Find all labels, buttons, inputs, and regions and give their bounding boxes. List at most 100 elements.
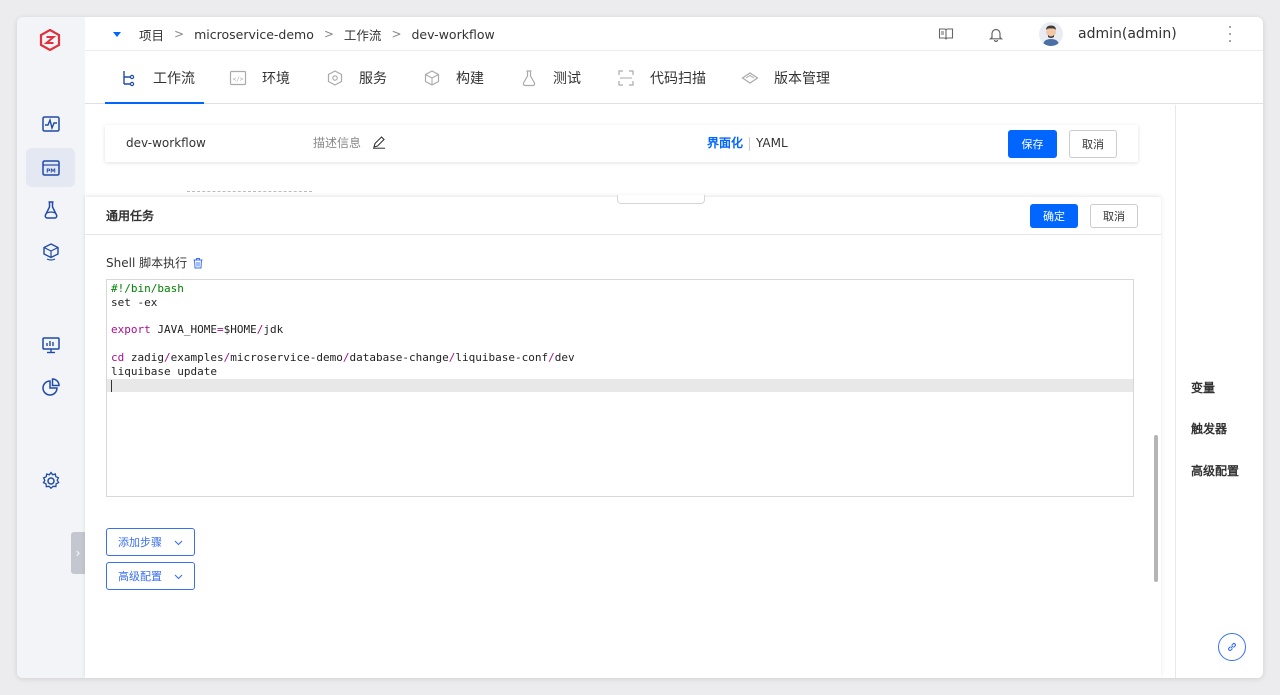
service-icon — [327, 69, 343, 86]
tab-label: 环境 — [262, 70, 290, 87]
shell-script-editor[interactable]: #!/bin/bash set -ex export JAVA_HOME=$HO… — [106, 279, 1134, 497]
tab-label: 版本管理 — [774, 70, 830, 87]
panel-title: 通用任务 — [106, 209, 155, 223]
breadcrumb-item-workflows[interactable]: 工作流 — [344, 25, 382, 44]
caret-down-icon[interactable] — [113, 31, 121, 37]
code-line-current — [107, 378, 1133, 393]
zadig-logo-icon[interactable] — [39, 29, 61, 51]
confirm-button[interactable]: 确定 — [1030, 204, 1078, 228]
version-icon — [741, 71, 759, 84]
rail-item-statistics[interactable] — [26, 367, 75, 406]
side-item-triggers[interactable]: 触发器 — [1191, 420, 1227, 437]
breadcrumb-item-projects[interactable]: 项目 — [139, 25, 164, 44]
dashed-divider — [187, 191, 312, 193]
tab-service[interactable]: 服务 — [326, 51, 387, 104]
trash-icon[interactable] — [192, 257, 204, 269]
user-name[interactable]: admin(admin) — [1078, 17, 1177, 51]
code-line: cd zadig/examples/microservice-demo/data… — [111, 350, 575, 364]
add-step-button[interactable]: 添加步骤 — [106, 528, 195, 556]
chevron-right-icon: › — [75, 546, 81, 560]
cancel-button[interactable]: 取消 — [1069, 130, 1117, 158]
breadcrumb-item-current: dev-workflow — [411, 26, 495, 42]
breadcrumb-separator: > — [323, 27, 334, 41]
side-item-variables[interactable]: 变量 — [1191, 379, 1215, 396]
advanced-config-label: 高级配置 — [118, 570, 162, 583]
workflow-description[interactable]: 描述信息 — [313, 125, 361, 162]
tab-label: 代码扫描 — [650, 70, 706, 87]
add-step-label: 添加步骤 — [118, 536, 162, 549]
text-cursor — [111, 379, 112, 392]
bell-icon[interactable] — [988, 26, 1004, 42]
book-icon[interactable] — [938, 26, 954, 42]
monitor-chart-icon — [41, 336, 60, 353]
rail-item-projects[interactable]: PM — [26, 148, 75, 187]
more-menu-icon[interactable] — [1228, 26, 1232, 42]
left-rail: PM › — [17, 17, 85, 678]
breadcrumb-item-project[interactable]: microservice-demo — [194, 27, 314, 42]
link-icon — [1228, 643, 1236, 651]
workflow-name: dev-workflow — [126, 136, 206, 150]
package-icon — [42, 242, 59, 261]
user-avatar-icon — [1043, 25, 1059, 46]
breadcrumb: 项目 > microservice-demo > 工作流 > dev-workf… — [113, 17, 495, 51]
tab-label: 服务 — [359, 70, 387, 87]
avatar[interactable] — [1039, 22, 1063, 46]
task-edit-panel: 通用任务 确定 取消 Shell 脚本执行 #!/bin/bash set -e… — [85, 195, 1161, 678]
svg-text:</>: </> — [233, 76, 244, 83]
save-button[interactable]: 保存 — [1008, 130, 1057, 158]
edit-pen-icon[interactable] — [372, 135, 386, 149]
tab-bar: 工作流 </> 环境 服务 构建 测试 代码扫描 版本管理 — [85, 51, 1263, 104]
test-icon — [522, 69, 536, 86]
rail-item-testing[interactable] — [26, 190, 75, 229]
rail-expand-toggle[interactable]: › — [71, 532, 85, 574]
build-icon — [424, 69, 440, 86]
workflow-icon — [123, 70, 135, 86]
environment-icon: </> — [229, 70, 247, 85]
top-header: 项目 > microservice-demo > 工作流 > dev-workf… — [85, 17, 1263, 51]
gear-icon — [42, 470, 60, 489]
flask-icon — [44, 200, 57, 219]
tab-build[interactable]: 构建 — [423, 51, 484, 104]
tab-label: 构建 — [456, 70, 484, 87]
app-window: PM › 项目 > microservice-demo > 工作流 > dev-… — [17, 17, 1263, 678]
step-title: Shell 脚本执行 — [106, 256, 188, 270]
tab-environment[interactable]: </> 环境 — [229, 51, 290, 104]
rail-item-delivery[interactable] — [26, 232, 75, 271]
chevron-down-icon — [174, 574, 183, 579]
code-line: export JAVA_HOME=$HOME/jdk — [111, 323, 284, 337]
right-side-panel: 变量 触发器 高级配置 — [1175, 105, 1263, 678]
svg-text:PM: PM — [46, 168, 56, 174]
tab-workflow[interactable]: 工作流 — [120, 51, 195, 104]
active-tab-indicator — [105, 102, 204, 104]
step-header: Shell 脚本执行 — [106, 254, 204, 271]
panel-header: 通用任务 确定 取消 — [85, 197, 1161, 235]
panel-cancel-button[interactable]: 取消 — [1090, 204, 1138, 228]
panel-scrollbar[interactable] — [1154, 435, 1158, 582]
code-line: set -ex — [111, 295, 158, 309]
tab-label: 工作流 — [153, 70, 195, 87]
code-line: #!/bin/bash — [111, 282, 184, 295]
pm-icon: PM — [41, 159, 60, 176]
breadcrumb-separator: > — [391, 27, 402, 41]
tab-version[interactable]: 版本管理 — [741, 51, 830, 104]
rail-item-settings[interactable] — [26, 461, 75, 500]
side-item-advanced[interactable]: 高级配置 — [1191, 462, 1239, 479]
link-button[interactable] — [1218, 633, 1246, 661]
tab-test[interactable]: 测试 — [520, 51, 581, 104]
pie-chart-icon — [41, 377, 60, 396]
tab-label: 测试 — [553, 70, 581, 87]
rail-item-dashboard[interactable] — [26, 104, 75, 143]
rail-item-monitor[interactable] — [26, 325, 75, 364]
code-line: liquibase update — [111, 364, 217, 378]
workflow-name-bar: dev-workflow 描述信息 界面化 YAML 保存 取消 — [105, 125, 1138, 162]
mode-visual[interactable]: 界面化 — [707, 136, 743, 150]
mode-switch: 界面化 YAML — [707, 125, 788, 162]
breadcrumb-separator: > — [174, 27, 185, 41]
activity-icon — [41, 115, 60, 132]
advanced-config-button[interactable]: 高级配置 — [106, 562, 195, 590]
mode-yaml[interactable]: YAML — [756, 136, 788, 150]
tab-code-scan[interactable]: 代码扫描 — [617, 51, 706, 104]
chevron-down-icon — [174, 540, 183, 545]
